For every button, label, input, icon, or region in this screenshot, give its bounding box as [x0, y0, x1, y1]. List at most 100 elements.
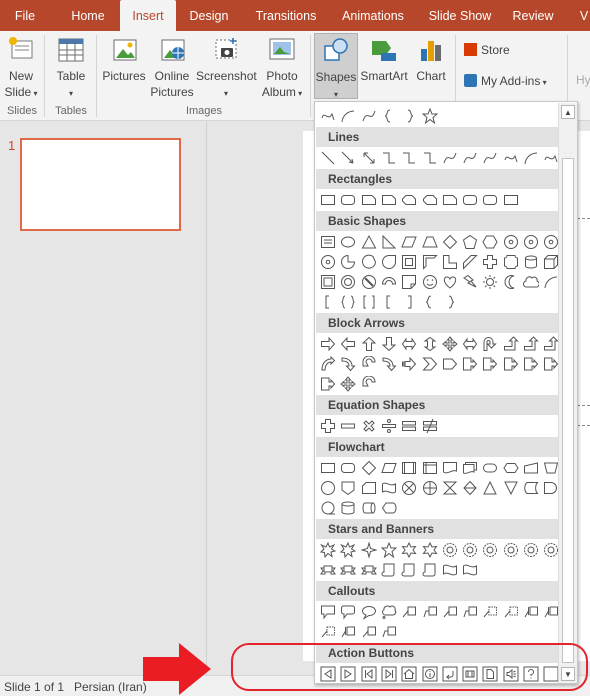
shape-ribbon-icon[interactable] [360, 562, 377, 578]
shape-lrarrow-icon[interactable] [462, 336, 478, 352]
shape-minus-icon[interactable] [340, 418, 356, 434]
shape-curveR-icon[interactable] [320, 356, 336, 372]
shape-fc-manop-icon[interactable] [543, 460, 559, 476]
shape-callout-r-icon[interactable] [543, 356, 559, 372]
shape-ccurve-icon[interactable] [361, 356, 377, 372]
shape-chevron-icon[interactable] [421, 356, 438, 372]
shape-diamond-icon[interactable] [361, 460, 377, 476]
shape-snip-icon[interactable] [442, 192, 458, 208]
shape-curve-icon[interactable] [462, 150, 478, 166]
shape-mult-icon[interactable] [361, 418, 377, 434]
shape-fc-prep-icon[interactable] [503, 460, 519, 476]
shape-ribbon-icon[interactable] [320, 562, 336, 578]
shape-snip-icon[interactable] [361, 192, 377, 208]
shape-wave-icon[interactable] [462, 562, 478, 578]
shape-dbracket-icon[interactable] [361, 294, 377, 310]
shape-fc-display-icon[interactable] [381, 500, 397, 516]
tab-transitions[interactable]: Transitions [248, 0, 324, 31]
shape-fc-manin-icon[interactable] [523, 460, 539, 476]
scroll-up-button[interactable]: ▲ [561, 105, 575, 119]
shape-blockarc-icon[interactable] [381, 274, 397, 290]
shape-can-icon[interactable] [523, 254, 539, 270]
shape-fc-data-icon[interactable] [381, 460, 397, 476]
shape-fc-extract-icon[interactable] [482, 480, 498, 496]
shape-ellipse-icon[interactable] [340, 234, 356, 250]
shape-bentup-icon[interactable] [543, 336, 560, 352]
shape-rarrow-icon[interactable] [320, 336, 336, 352]
shape-uarrow-icon[interactable] [361, 336, 377, 352]
shape-ccurve-icon[interactable] [361, 376, 377, 392]
shape-star-icon[interactable] [421, 108, 438, 124]
shape-elbow-icon[interactable] [401, 150, 417, 166]
shape-fc-doc-icon[interactable] [442, 460, 458, 476]
shape-line-icon[interactable] [320, 150, 336, 166]
shape-circle-icon[interactable] [320, 480, 336, 496]
shape-rrect-icon[interactable] [462, 192, 478, 208]
pictures-button[interactable]: Pictures [102, 35, 146, 84]
shape-c-line2-icon[interactable] [422, 604, 438, 620]
shape-c-accent-icon[interactable] [543, 604, 559, 620]
shape-callout-r-icon[interactable] [482, 356, 498, 372]
language-status[interactable]: Persian (Iran) [74, 680, 147, 694]
shape-moon-icon[interactable] [503, 274, 519, 290]
shape-star4-icon[interactable] [360, 542, 377, 558]
shape-star6-icon[interactable] [421, 542, 438, 558]
shape-rrect-icon[interactable] [340, 460, 356, 476]
shape-circlenum-icon[interactable] [523, 234, 539, 250]
shape-quadarrow-icon[interactable] [340, 376, 357, 392]
online-pictures-button[interactable]: Online Pictures [150, 35, 194, 100]
shape-freeform-icon[interactable] [320, 108, 336, 124]
shape-starnum-icon[interactable] [482, 542, 498, 558]
shape-curve-icon[interactable] [442, 150, 458, 166]
shape-arrow-icon[interactable] [340, 150, 356, 166]
shape-rbrace-icon[interactable] [442, 294, 458, 310]
shape-triangle-icon[interactable] [361, 234, 377, 250]
shape-explode-icon[interactable] [340, 542, 357, 558]
shape-stripe-icon[interactable] [401, 356, 417, 372]
shape-cube-icon[interactable] [543, 254, 559, 270]
shape-fc-sort-icon[interactable] [462, 480, 478, 496]
shape-c-accent-icon[interactable] [340, 624, 356, 640]
shape-fc-term-icon[interactable] [482, 460, 498, 476]
shape-starnum-icon[interactable] [543, 542, 559, 558]
shape-sun-icon[interactable] [482, 274, 498, 290]
shape-dbrace-icon[interactable] [340, 294, 356, 310]
shape-darrow-icon[interactable] [361, 150, 377, 166]
shape-curve-icon[interactable] [482, 150, 498, 166]
shape-circlenum-icon[interactable] [503, 234, 519, 250]
shape-c-accent-icon[interactable] [523, 604, 539, 620]
shape-donut-icon[interactable] [340, 274, 356, 290]
shape-callout-r-icon[interactable] [320, 376, 336, 392]
shape-fc-delay-icon[interactable] [543, 480, 559, 496]
screenshot-button[interactable]: Screenshot ▾ [196, 35, 257, 102]
shape-diagstripe-icon[interactable] [462, 254, 478, 270]
shape-explode-icon[interactable] [320, 542, 336, 558]
shape-fc-int-icon[interactable] [422, 460, 438, 476]
shape-uturn-icon[interactable] [482, 336, 498, 352]
tab-review[interactable]: Review [507, 0, 559, 31]
shape-curveD-icon[interactable] [381, 356, 397, 372]
shape-bracket-icon[interactable] [320, 294, 336, 310]
shape-c-line-b-icon[interactable] [320, 624, 336, 640]
shape-rrect-icon[interactable] [482, 192, 498, 208]
shape-snip2-icon[interactable] [401, 192, 417, 208]
shape-bentup-icon[interactable] [503, 336, 519, 352]
shape-fc-mag-icon[interactable] [340, 500, 356, 516]
shape-frame-icon[interactable] [401, 254, 417, 270]
shape-c-line2-icon[interactable] [381, 624, 397, 640]
shape-para-icon[interactable] [401, 234, 417, 250]
shape-freeform-icon[interactable] [543, 150, 559, 166]
shape-snip2-icon[interactable] [422, 192, 438, 208]
tab-file[interactable]: File [8, 0, 42, 31]
shape-equal-icon[interactable] [401, 418, 417, 434]
shape-circlenum-icon[interactable] [320, 254, 336, 270]
shape-brace-icon[interactable] [381, 108, 397, 124]
shape-fc-mdoc-icon[interactable] [462, 460, 478, 476]
shape-plaque-icon[interactable] [503, 254, 519, 270]
smartart-button[interactable]: SmartArt [360, 35, 408, 84]
shape-nosym-icon[interactable] [361, 274, 377, 290]
shape-larrow-icon[interactable] [340, 336, 356, 352]
shape-starnum-icon[interactable] [503, 542, 519, 558]
shape-c-line-b-icon[interactable] [503, 604, 519, 620]
shape-scroll-icon[interactable] [422, 562, 438, 578]
